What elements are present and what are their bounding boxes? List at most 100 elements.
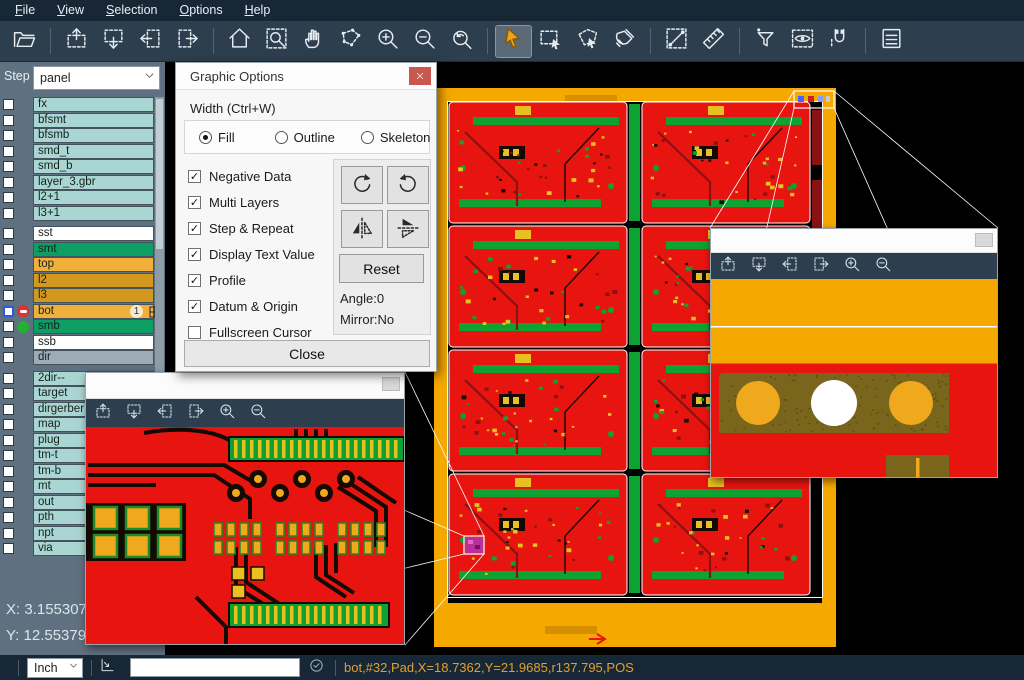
- sync-icon[interactable]: [308, 657, 325, 679]
- layer-checkbox[interactable]: [3, 528, 14, 539]
- layer-checkbox[interactable]: [3, 497, 14, 508]
- arrow-down-button[interactable]: [750, 255, 768, 278]
- checkbox-display-text-value[interactable]: ✓Display Text Value: [188, 241, 333, 267]
- layer-checkbox[interactable]: [3, 177, 14, 188]
- layer-checkbox[interactable]: [3, 466, 14, 477]
- zoom-out-button[interactable]: [874, 255, 892, 278]
- clear-highlight-button[interactable]: [607, 26, 642, 57]
- menu-options[interactable]: Options: [168, 0, 233, 21]
- layer-checkbox[interactable]: [3, 337, 14, 348]
- layer-checkbox[interactable]: [3, 146, 14, 157]
- magnifier-title-bar[interactable]: [86, 373, 404, 399]
- radio-outline[interactable]: Outline: [275, 130, 335, 145]
- zoom-out-button[interactable]: [249, 402, 267, 425]
- arrow-left-button[interactable]: [781, 255, 799, 278]
- layer-label[interactable]: bfsmb: [33, 128, 154, 143]
- select-rectangle-button[interactable]: [533, 26, 568, 57]
- layer-label[interactable]: ssb: [33, 335, 154, 350]
- layer-label[interactable]: smd_b: [33, 159, 154, 174]
- mirror-h-button[interactable]: [341, 210, 383, 248]
- menu-help[interactable]: Help: [234, 0, 282, 21]
- zoom-in-button[interactable]: [843, 255, 861, 278]
- zoom-in-button[interactable]: [370, 26, 405, 57]
- corner-angle-icon[interactable]: [98, 656, 116, 679]
- dialog-close-button[interactable]: Close: [184, 340, 430, 367]
- layer-checkbox[interactable]: [3, 512, 14, 523]
- checkbox-negative-data[interactable]: ✓Negative Data: [188, 163, 333, 189]
- zoom-previous-button[interactable]: [444, 26, 479, 57]
- arrow-up-button[interactable]: [94, 402, 112, 425]
- magnifier-title-bar[interactable]: [711, 229, 997, 253]
- checkbox-step-repeat[interactable]: ✓Step & Repeat: [188, 215, 333, 241]
- select-button[interactable]: [496, 26, 531, 57]
- layer-label[interactable]: l2+1: [33, 190, 154, 205]
- arrow-right-button[interactable]: [187, 402, 205, 425]
- measure-ruler-button[interactable]: [696, 26, 731, 57]
- select-polygon-button[interactable]: [570, 26, 605, 57]
- layers-panel-button[interactable]: [874, 26, 909, 57]
- layer-label[interactable]: l3: [33, 288, 154, 303]
- zoom-home-button[interactable]: [222, 26, 257, 57]
- measure-points-button[interactable]: [659, 26, 694, 57]
- layer-checkbox[interactable]: [3, 99, 14, 110]
- layer-checkbox[interactable]: [3, 244, 14, 255]
- layer-checkbox[interactable]: [3, 404, 14, 415]
- pan-button[interactable]: [296, 26, 331, 57]
- mirror-v-button[interactable]: [387, 210, 429, 248]
- layer-checkbox[interactable]: [3, 321, 14, 332]
- zoom-window-button[interactable]: [259, 26, 294, 57]
- checkbox-multi-layers[interactable]: ✓Multi Layers: [188, 189, 333, 215]
- layer-label[interactable]: l3+1: [33, 206, 154, 221]
- layer-checkbox[interactable]: [3, 450, 14, 461]
- layer-label[interactable]: fx: [33, 97, 154, 112]
- layer-label[interactable]: sst: [33, 226, 154, 241]
- layer-label[interactable]: smd_t: [33, 144, 154, 159]
- layer-checkbox[interactable]: [3, 435, 14, 446]
- layer-checkbox[interactable]: [3, 388, 14, 399]
- snap-button[interactable]: [822, 26, 857, 57]
- layer-checkbox[interactable]: [3, 259, 14, 270]
- move-up-button[interactable]: [59, 26, 94, 57]
- layer-checkbox[interactable]: [3, 275, 14, 286]
- window-button[interactable]: [975, 233, 993, 247]
- layer-checkbox[interactable]: [3, 306, 14, 317]
- zoom-in-button[interactable]: [218, 402, 236, 425]
- layer-label[interactable]: layer_3.gbr: [33, 175, 154, 190]
- layer-checkbox[interactable]: [3, 352, 14, 363]
- radio-fill[interactable]: Fill: [199, 130, 235, 145]
- layer-label[interactable]: l2: [33, 273, 154, 288]
- layer-label[interactable]: dir: [33, 350, 154, 365]
- rotate-ccw-button[interactable]: [387, 166, 429, 204]
- checkbox-profile[interactable]: ✓Profile: [188, 267, 333, 293]
- close-icon[interactable]: [409, 67, 431, 85]
- step-dropdown[interactable]: panel: [33, 66, 160, 90]
- menu-view[interactable]: View: [46, 0, 95, 21]
- layer-green-indicator[interactable]: [17, 321, 29, 333]
- menu-file[interactable]: File: [4, 0, 46, 21]
- layer-checkbox[interactable]: [3, 290, 14, 301]
- arrow-up-button[interactable]: [719, 255, 737, 278]
- window-button[interactable]: [382, 377, 400, 391]
- layer-checkbox[interactable]: [3, 373, 14, 384]
- view-options-button[interactable]: [785, 26, 820, 57]
- arrow-down-button[interactable]: [125, 402, 143, 425]
- radio-skeleton[interactable]: Skeleton: [361, 130, 431, 145]
- filter-button[interactable]: [748, 26, 783, 57]
- reset-button[interactable]: Reset: [339, 254, 424, 283]
- layer-checkbox[interactable]: [3, 192, 14, 203]
- layer-checkbox[interactable]: [3, 161, 14, 172]
- zoom-polygon-button[interactable]: [333, 26, 368, 57]
- layer-label[interactable]: top: [33, 257, 154, 272]
- menu-selection[interactable]: Selection: [95, 0, 168, 21]
- layer-checkbox[interactable]: [3, 481, 14, 492]
- move-left-button[interactable]: [133, 26, 168, 57]
- layer-checkbox[interactable]: [3, 208, 14, 219]
- dialog-title-bar[interactable]: Graphic Options: [176, 63, 436, 90]
- magnifier-content[interactable]: [86, 427, 404, 644]
- layer-label[interactable]: bfsmt: [33, 113, 154, 128]
- arrow-right-button[interactable]: [812, 255, 830, 278]
- scrollbar-thumb[interactable]: [156, 99, 163, 249]
- unit-dropdown[interactable]: Inch: [27, 658, 83, 678]
- checkbox-datum-origin[interactable]: ✓Datum & Origin: [188, 293, 333, 319]
- layer-checkbox[interactable]: [3, 130, 14, 141]
